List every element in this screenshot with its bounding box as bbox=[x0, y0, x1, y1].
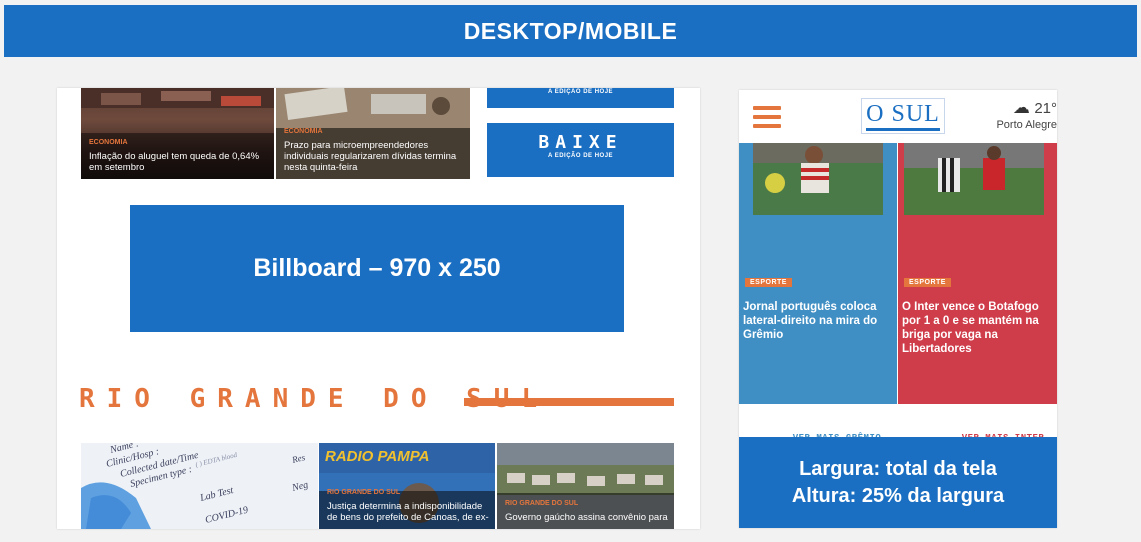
article-category: ECONOMIA bbox=[284, 128, 323, 135]
header-title: DESKTOP/MOBILE bbox=[463, 17, 678, 44]
article-category: RIO GRANDE DO SUL bbox=[505, 500, 579, 507]
team-card-gremio[interactable]: ESPORTE Jornal português coloca lateral-… bbox=[739, 143, 897, 450]
section-divider bbox=[464, 398, 674, 406]
site-logo[interactable]: O SUL bbox=[861, 98, 945, 134]
weather-city: Porto Alegre bbox=[996, 119, 1057, 131]
billboard-label: Billboard – 970 x 250 bbox=[253, 254, 501, 282]
article-card[interactable]: ECONOMIA Inflação do aluguel tem queda d… bbox=[81, 88, 274, 179]
edition-banner-subtitle: A EDIÇÃO DE HOJE bbox=[547, 89, 614, 95]
edition-banner-subtitle: A EDIÇÃO DE HOJE bbox=[547, 153, 614, 159]
player-photo bbox=[739, 143, 897, 271]
article-headline: Prazo para microempreendedores individua… bbox=[284, 140, 457, 173]
article-card[interactable]: Name : Clinic/Hosp : Collected date/Time… bbox=[81, 443, 318, 529]
player-photo bbox=[898, 143, 1057, 271]
article-headline: Governo gaúcho assina convênio para bbox=[505, 512, 668, 523]
billboard-ad: Billboard – 970 x 250 bbox=[130, 205, 624, 332]
desktop-preview: ECONOMIA Inflação do aluguel tem queda d… bbox=[57, 88, 700, 529]
edition-banner-title: BAIXE bbox=[538, 132, 623, 153]
edition-banner-top[interactable]: A EDIÇÃO DE HOJE bbox=[487, 88, 674, 108]
article-headline: Jornal português coloca lateral-direito … bbox=[743, 301, 878, 341]
team-card-inter[interactable]: ESPORTE O Inter vence o Botafogo por 1 a… bbox=[898, 143, 1057, 450]
download-edition-banner[interactable]: BAIXE A EDIÇÃO DE HOJE bbox=[487, 123, 674, 177]
size-note: Largura: total da tela Altura: 25% da la… bbox=[739, 437, 1057, 528]
weather-temp: 21° bbox=[1034, 100, 1057, 117]
size-note-height: Altura: 25% da largura bbox=[791, 484, 1005, 507]
covid-test-photo: Name : Clinic/Hosp : Collected date/Time… bbox=[81, 443, 318, 529]
page-header: DESKTOP/MOBILE bbox=[4, 5, 1137, 57]
site-logo-text: O SUL bbox=[866, 101, 940, 131]
article-headline: O Inter vence o Botafogo por 1 a 0 e se … bbox=[902, 301, 1039, 355]
weather-icon: ☁ bbox=[1012, 98, 1030, 117]
article-card[interactable]: RIO GRANDE DO SUL Governo gaúcho assina … bbox=[497, 443, 674, 529]
article-category: RIO GRANDE DO SUL bbox=[327, 489, 401, 496]
article-headline: Justiça determina a indisponibilidade de… bbox=[327, 501, 489, 523]
article-card[interactable]: RADIO PAMPA RIO GRANDE DO SUL Justiça de… bbox=[319, 443, 495, 529]
article-category: ESPORTE bbox=[745, 278, 792, 287]
article-card[interactable]: ECONOMIA Prazo para microempreendedores … bbox=[276, 88, 470, 179]
hamburger-menu-icon[interactable] bbox=[753, 106, 781, 133]
size-note-width: Largura: total da tela bbox=[799, 457, 997, 480]
radio-logo-text: RADIO PAMPA bbox=[325, 448, 429, 465]
article-category: ECONOMIA bbox=[89, 139, 128, 146]
article-category: ESPORTE bbox=[904, 278, 951, 287]
article-headline: Inflação do aluguel tem queda de 0,64% e… bbox=[89, 151, 260, 173]
weather-widget: ☁ 21° Porto Alegre bbox=[987, 98, 1057, 131]
